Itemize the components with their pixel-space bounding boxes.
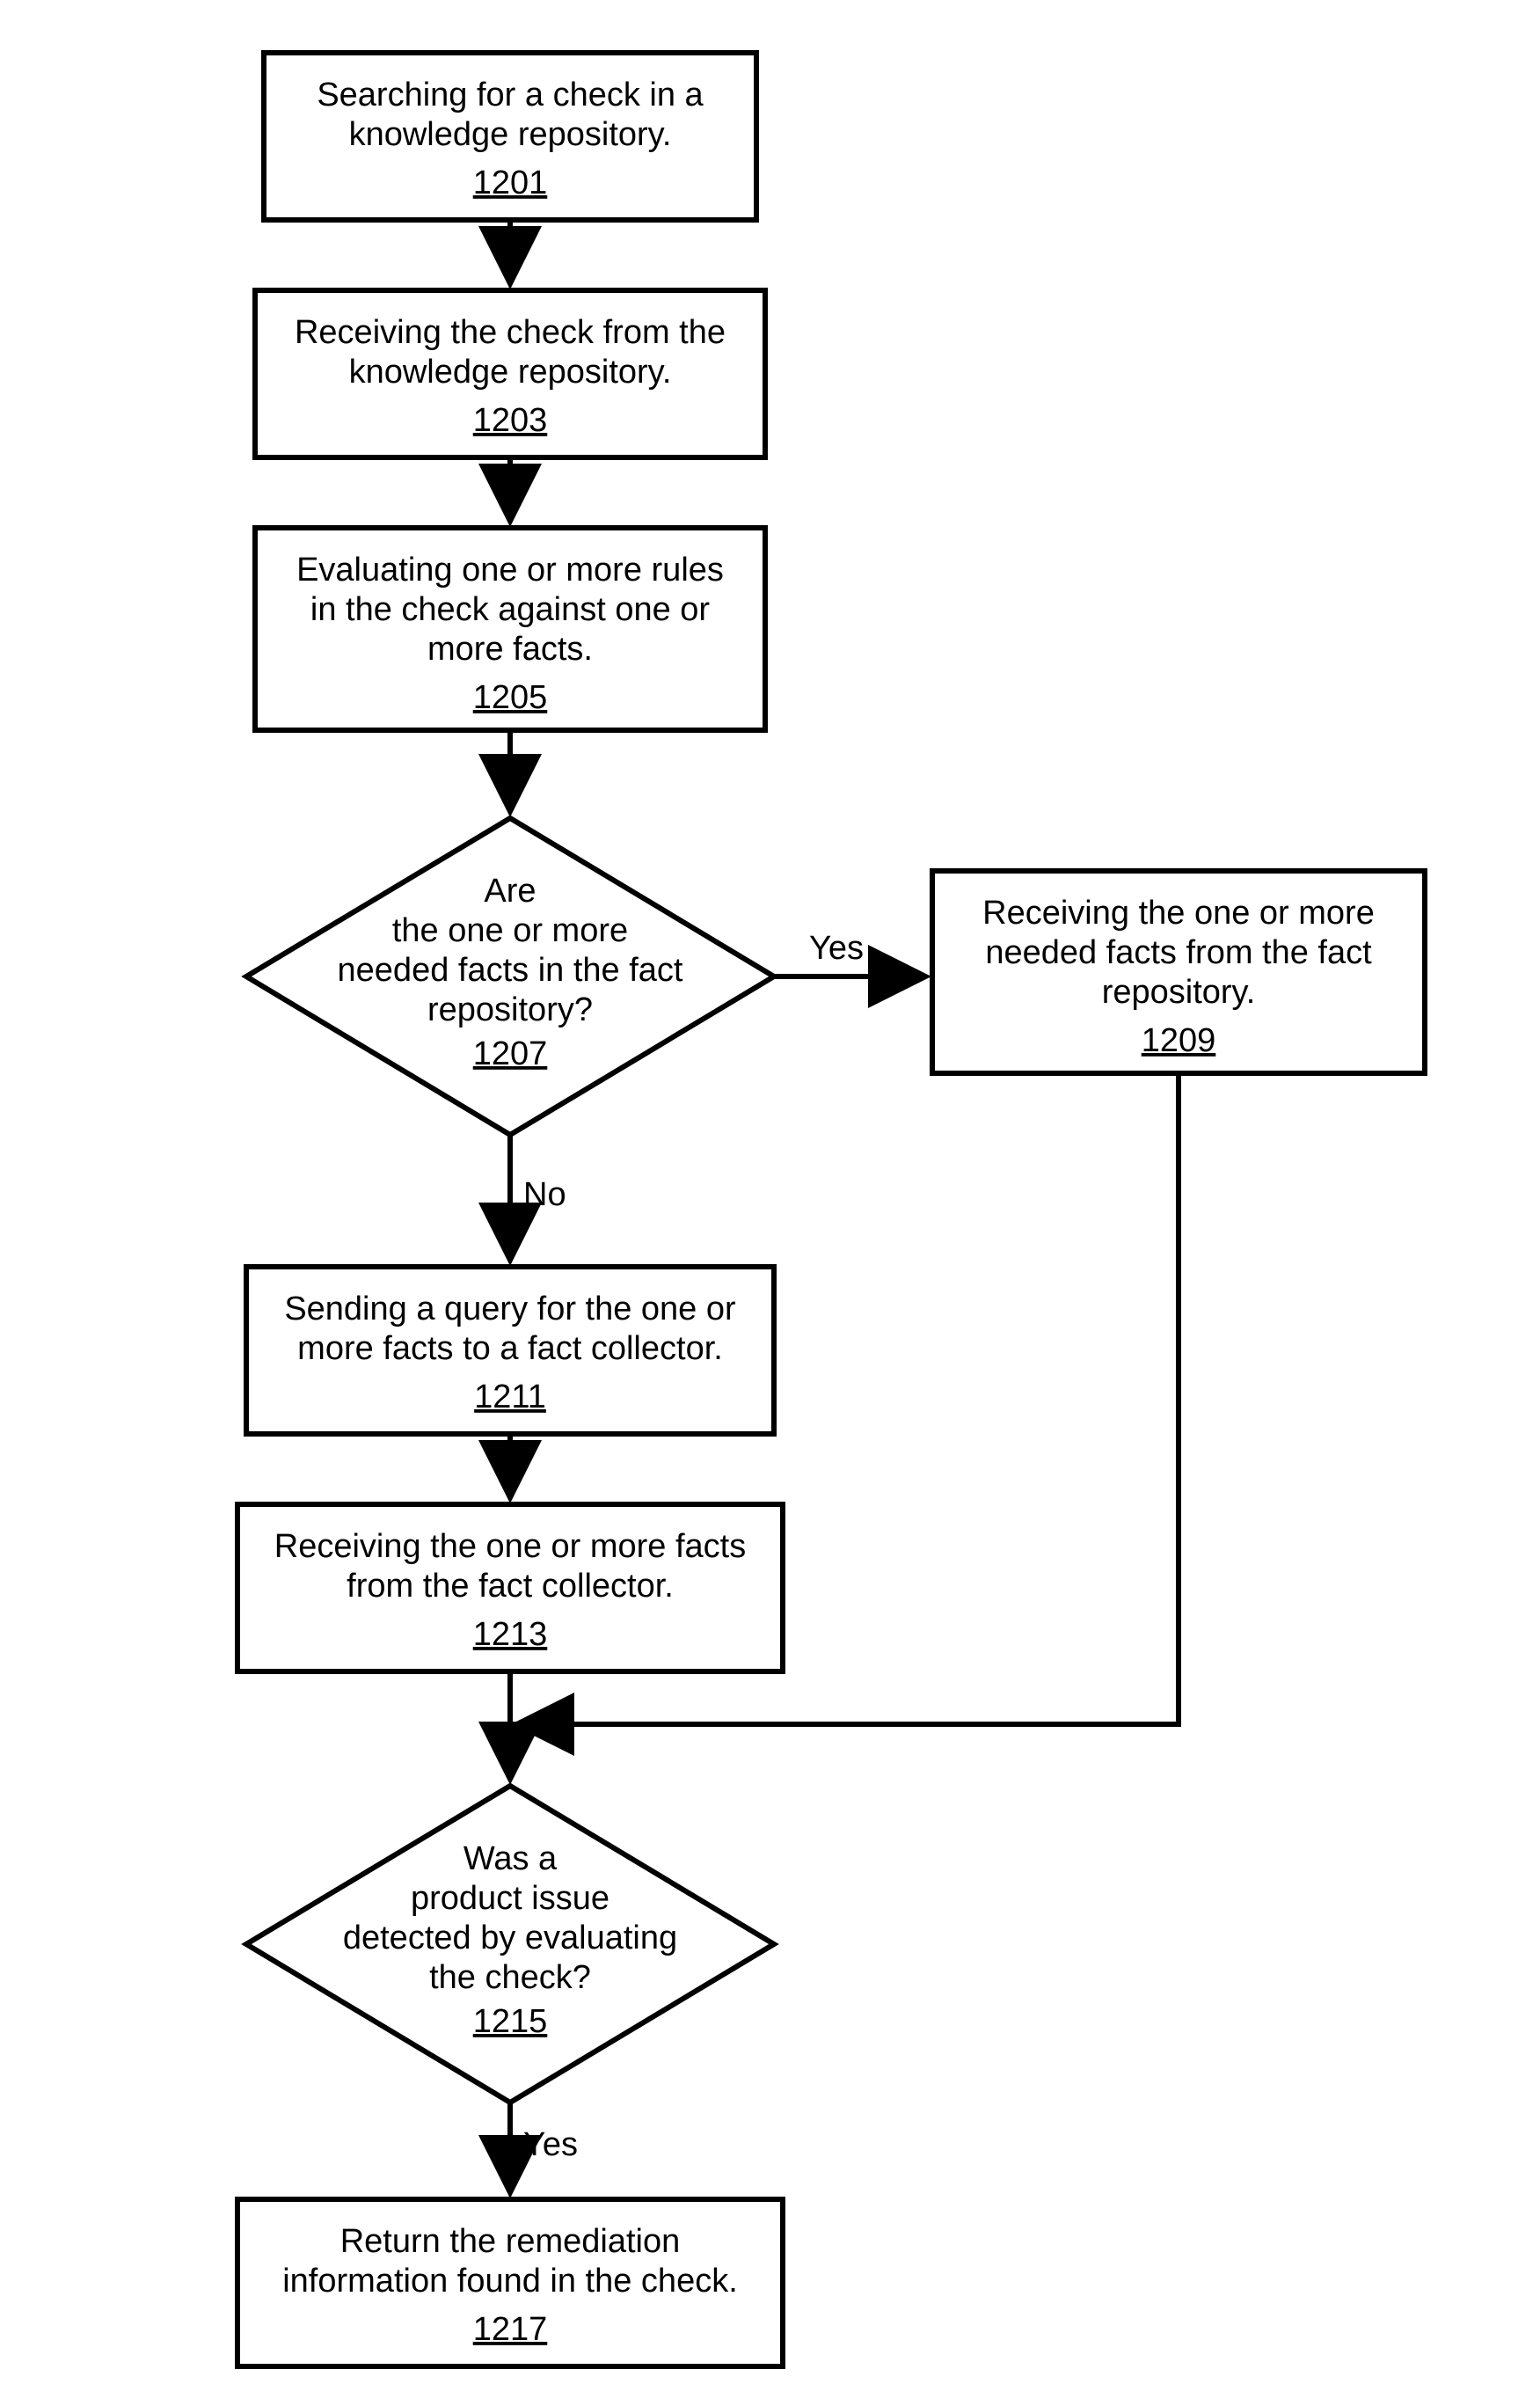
step-ref: 1209 [1142, 1022, 1216, 1059]
decision-issue-detected: Was a product issue detected by evaluati… [246, 1786, 774, 2103]
step-text: Receiving the check from the [295, 314, 726, 351]
decision-text: the one or more [392, 912, 628, 949]
step-ref: 1211 [474, 1379, 546, 1415]
step-text: Receiving the one or more [982, 895, 1375, 932]
decision-text: repository? [427, 991, 593, 1028]
step-text: knowledge repository. [349, 116, 672, 153]
step-text: Return the remediation [340, 2223, 681, 2260]
step-text: Sending a query for the one or [284, 1291, 736, 1327]
step-send-query: Sending a query for the one or more fact… [246, 1267, 774, 1434]
step-receive-check: Receiving the check from the knowledge r… [255, 290, 765, 457]
step-evaluate-rules: Evaluating one or more rules in the chec… [255, 528, 765, 730]
step-text: in the check against one or [310, 591, 711, 628]
step-receive-facts-collector: Receiving the one or more facts from the… [237, 1504, 783, 1671]
step-return-remediation: Return the remediation information found… [237, 2199, 783, 2366]
decision-facts-in-repo: Are the one or more needed facts in the … [246, 818, 774, 1135]
edge-label-yes: Yes [523, 2126, 578, 2163]
step-text: knowledge repository. [349, 354, 672, 391]
step-text: Receiving the one or more facts [274, 1528, 747, 1565]
step-ref: 1201 [473, 165, 548, 201]
step-ref: 1205 [473, 679, 548, 716]
decision-text: product issue [411, 1880, 609, 1917]
step-text: more facts to a fact collector. [297, 1330, 723, 1367]
edge-label-yes: Yes [809, 930, 864, 967]
step-ref: 1213 [473, 1616, 548, 1653]
step-ref: 1217 [473, 2311, 548, 2348]
step-text: from the fact collector. [347, 1568, 674, 1605]
decision-text: the check? [429, 1959, 591, 1996]
step-text: needed facts from the fact [985, 934, 1372, 971]
step-text: Searching for a check in a [317, 77, 704, 113]
decision-ref: 1207 [473, 1035, 548, 1072]
decision-text: Was a [463, 1840, 558, 1877]
decision-text: needed facts in the fact [338, 952, 683, 989]
step-receive-facts-repo: Receiving the one or more needed facts f… [932, 871, 1425, 1073]
step-ref: 1203 [473, 402, 548, 439]
edge-label-no: No [523, 1176, 566, 1213]
decision-text: detected by evaluating [343, 1920, 677, 1956]
decision-ref: 1215 [473, 2003, 548, 2040]
step-text: Evaluating one or more rules [296, 552, 724, 589]
step-search-check: Searching for a check in a knowledge rep… [264, 53, 756, 220]
step-text: more facts. [427, 631, 593, 668]
step-text: repository. [1102, 974, 1256, 1011]
step-text: information found in the check. [282, 2263, 738, 2300]
decision-text: Are [484, 873, 536, 910]
